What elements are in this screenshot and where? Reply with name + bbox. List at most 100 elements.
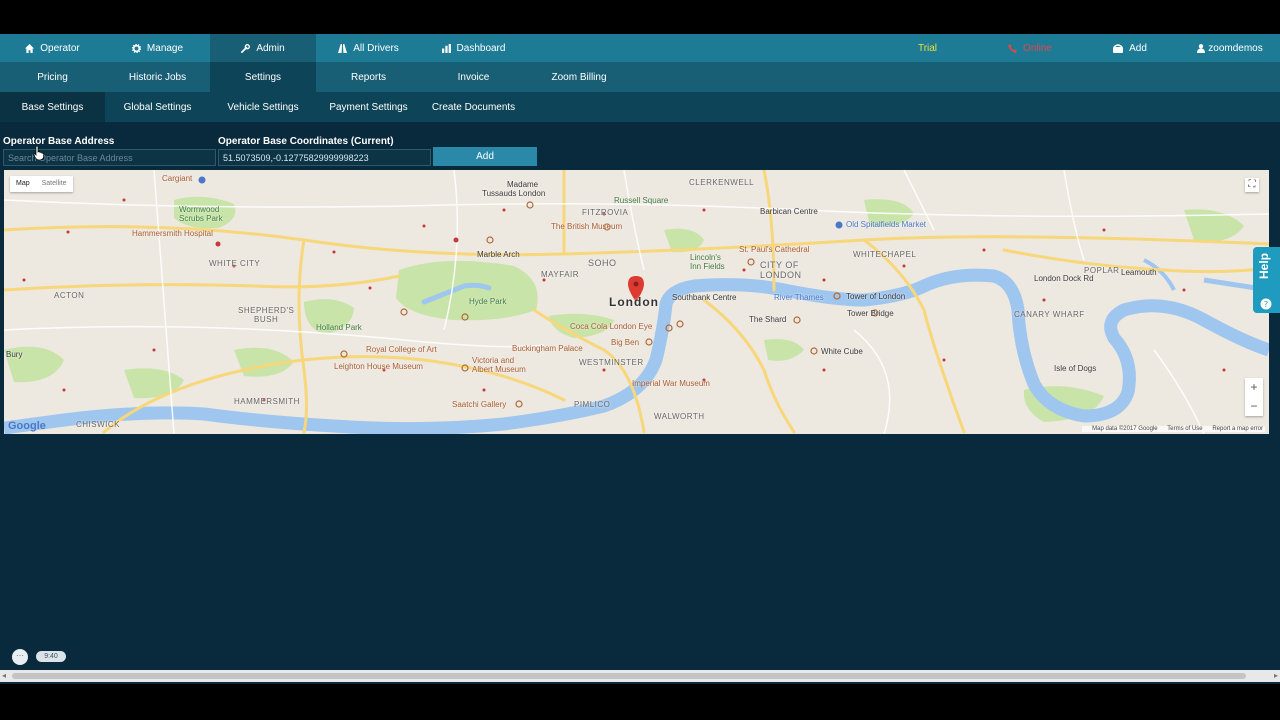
map-label: The British Museum — [551, 222, 623, 231]
zoom-control: + − — [1245, 378, 1263, 416]
zoom-out-button[interactable]: − — [1245, 397, 1263, 416]
subtab-vehicle-settings-label: Vehicle Settings — [227, 101, 299, 113]
map-label: Leighton House Museum — [334, 362, 423, 371]
map-data-text: Map data ©2017 Google — [1092, 426, 1158, 432]
app-window: Operator Manage Admin All Drivers Dashbo… — [0, 34, 1280, 684]
map-label: River Thames — [774, 293, 824, 302]
wrench-icon — [241, 43, 251, 53]
add-button[interactable]: Add — [433, 147, 537, 166]
phone-status[interactable]: Online — [1000, 34, 1060, 62]
map-label: Isle of Dogs — [1054, 364, 1097, 373]
tab-reports[interactable]: Reports — [316, 62, 421, 92]
user-icon — [1197, 43, 1206, 53]
user-menu[interactable]: zoomdemos — [1190, 34, 1270, 62]
subtab-global-settings[interactable]: Global Settings — [105, 92, 210, 122]
help-label: Help — [1257, 253, 1271, 280]
subtab-global-settings-label: Global Settings — [123, 101, 192, 113]
map-label: Saatchi Gallery — [452, 400, 507, 409]
map-label: FITZROVIA — [582, 208, 629, 217]
tab-zoom-billing-label: Zoom Billing — [551, 71, 607, 83]
nav-operator[interactable]: Operator — [0, 34, 105, 62]
tab-settings-label: Settings — [244, 71, 282, 83]
scroll-left-icon[interactable]: ◂ — [2, 670, 6, 682]
map-label: Scrubs Park — [179, 214, 223, 223]
horizontal-scrollbar[interactable]: ◂ ▸ — [0, 670, 1280, 682]
map-label: London Dock Rd — [1034, 274, 1094, 283]
phone-icon — [1113, 43, 1124, 53]
options-button[interactable]: ··· — [12, 649, 28, 665]
nav-admin-label: Admin — [256, 42, 285, 54]
help-tab[interactable]: Help ? — [1253, 247, 1280, 313]
nav-manage-label: Manage — [146, 42, 184, 54]
coordinates-field[interactable] — [218, 149, 431, 166]
gear-icon — [131, 43, 141, 53]
map-label: CITY OF — [760, 260, 799, 270]
subtab-base-settings[interactable]: Base Settings — [0, 92, 105, 122]
subtab-vehicle-settings[interactable]: Vehicle Settings — [210, 92, 316, 122]
map-center-label: London — [609, 295, 659, 309]
add-booking-button[interactable]: Add — [1100, 34, 1160, 62]
tab-historic-jobs-label: Historic Jobs — [128, 71, 187, 83]
map-label: Barbican Centre — [760, 207, 818, 216]
subtab-create-documents-label: Create Documents — [431, 101, 516, 113]
chart-icon — [441, 43, 451, 53]
phone-icon — [1008, 43, 1018, 53]
map-label: PIMLICO — [574, 400, 611, 409]
map-label: Imperial War Museum — [632, 379, 710, 388]
map-label: Leamouth — [1121, 268, 1157, 277]
tab-zoom-billing[interactable]: Zoom Billing — [526, 62, 632, 92]
tab-settings[interactable]: Settings — [210, 62, 316, 92]
map-label: Hyde Park — [469, 297, 507, 306]
nav-manage[interactable]: Manage — [105, 34, 210, 62]
map-label: Big Ben — [611, 338, 640, 347]
google-logo: Google — [8, 420, 46, 432]
nav-all-drivers-label: All Drivers — [353, 42, 399, 54]
tab-pricing[interactable]: Pricing — [0, 62, 105, 92]
report-error-link[interactable]: Report a map error — [1212, 426, 1263, 432]
map-label: CANARY WHARF — [1014, 310, 1085, 319]
tab-reports-label: Reports — [350, 71, 386, 83]
map-label: WHITE CITY — [209, 259, 261, 268]
subtab-payment-settings-label: Payment Settings — [329, 101, 408, 113]
mouse-cursor-icon — [34, 146, 44, 160]
terms-link[interactable]: Terms of Use — [1167, 426, 1202, 432]
nav-dashboard[interactable]: Dashboard — [421, 34, 526, 62]
map-type-satellite-button[interactable]: Satellite — [36, 176, 73, 192]
map-label: Albert Museum — [472, 365, 526, 374]
map-label: Coca Cola London Eye — [570, 322, 653, 331]
subtab-create-documents[interactable]: Create Documents — [421, 92, 526, 122]
map-label: WHITECHAPEL — [853, 250, 917, 259]
map-label: White Cube — [821, 347, 863, 356]
map-label: The Shard — [749, 315, 787, 324]
tab-pricing-label: Pricing — [37, 71, 68, 83]
map-label: Royal College of Art — [366, 345, 437, 354]
map[interactable]: Cargiant Madame Tussauds London CLERKENW… — [4, 170, 1269, 434]
map-label: SOHO — [588, 258, 617, 268]
scroll-right-icon[interactable]: ▸ — [1274, 670, 1278, 682]
nav-dashboard-label: Dashboard — [456, 42, 506, 54]
map-type-control: Map Satellite — [10, 176, 73, 192]
map-label: Russell Square — [614, 196, 669, 205]
primary-nav: Operator Manage Admin All Drivers Dashbo… — [0, 34, 1280, 62]
map-label: WESTMINSTER — [579, 358, 644, 367]
map-label: Lincoln's — [690, 253, 721, 262]
nav-admin[interactable]: Admin — [210, 34, 316, 62]
fullscreen-icon[interactable]: ⛶ — [1245, 178, 1259, 192]
home-icon — [25, 43, 35, 53]
add-label: Add — [1129, 42, 1147, 54]
map-label: Old Spitalfields Market — [846, 220, 927, 229]
zoom-in-button[interactable]: + — [1245, 378, 1263, 397]
trial-badge[interactable]: Trial — [900, 34, 955, 62]
question-icon: ? — [1260, 298, 1272, 310]
nav-all-drivers[interactable]: All Drivers — [316, 34, 421, 62]
map-type-map-button[interactable]: Map — [10, 176, 36, 192]
nav-operator-label: Operator — [40, 42, 80, 54]
tab-historic-jobs[interactable]: Historic Jobs — [105, 62, 210, 92]
tab-invoice-label: Invoice — [457, 71, 490, 83]
map-label: Victoria and — [472, 356, 515, 365]
tab-invoice[interactable]: Invoice — [421, 62, 526, 92]
scrollbar-thumb[interactable] — [12, 673, 1246, 679]
subtab-payment-settings[interactable]: Payment Settings — [316, 92, 421, 122]
subtab-base-settings-label: Base Settings — [21, 101, 84, 113]
trial-label: Trial — [917, 42, 938, 54]
